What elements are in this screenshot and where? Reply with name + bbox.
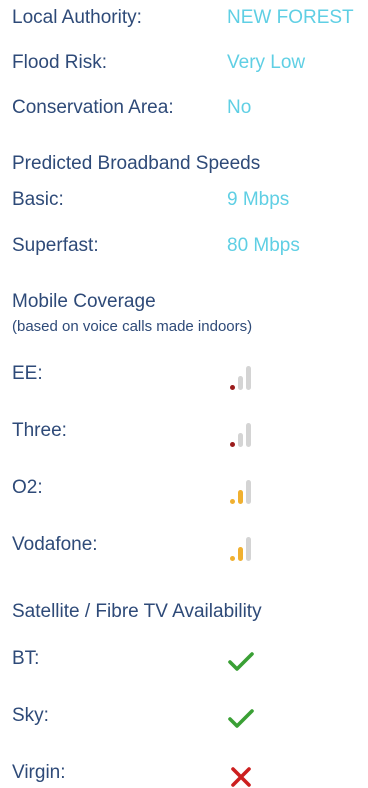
network-name-vodafone: Vodafone: — [12, 534, 98, 555]
signal-bar-2 — [238, 490, 243, 504]
checkmark-icon — [228, 652, 254, 671]
signal-bar-3 — [246, 423, 251, 447]
signal-strength-icon — [228, 535, 254, 561]
signal-bar-2 — [238, 547, 243, 561]
signal-bar-1 — [230, 442, 235, 447]
checkmark-icon — [228, 709, 254, 728]
mobile-coverage-subheading: (based on voice calls made indoors) — [12, 318, 253, 335]
conservation-area-value: No — [227, 97, 252, 118]
broadband-heading: Predicted Broadband Speeds — [12, 153, 261, 174]
tv-availability-heading: Satellite / Fibre TV Availability — [12, 601, 262, 622]
signal-bar-2 — [238, 376, 243, 390]
cross-icon — [231, 767, 251, 787]
local-authority-value: NEW FOREST — [227, 7, 354, 28]
conservation-area-label: Conservation Area: — [12, 97, 174, 118]
broadband-basic-label: Basic: — [12, 189, 64, 210]
signal-bar-3 — [246, 366, 251, 390]
signal-bar-3 — [246, 537, 251, 561]
tv-provider-bt: BT: — [12, 648, 40, 669]
signal-strength-icon — [228, 364, 254, 390]
signal-bar-1 — [230, 499, 235, 504]
signal-strength-icon — [228, 421, 254, 447]
flood-risk-value: Very Low — [227, 52, 306, 73]
network-name-o2: O2: — [12, 477, 43, 498]
local-authority-label: Local Authority: — [12, 7, 142, 28]
flood-risk-label: Flood Risk: — [12, 52, 108, 73]
signal-bar-1 — [230, 556, 235, 561]
signal-strength-icon — [228, 478, 254, 504]
broadband-superfast-value: 80 Mbps — [227, 235, 300, 256]
network-name-three: Three: — [12, 420, 67, 441]
signal-bar-1 — [230, 385, 235, 390]
signal-bar-3 — [246, 480, 251, 504]
tv-provider-virgin: Virgin: — [12, 762, 66, 783]
broadband-superfast-label: Superfast: — [12, 235, 99, 256]
mobile-coverage-heading: Mobile Coverage — [12, 291, 156, 312]
tv-provider-sky: Sky: — [12, 705, 49, 726]
network-name-ee: EE: — [12, 363, 43, 384]
broadband-basic-value: 9 Mbps — [227, 189, 290, 210]
signal-bar-2 — [238, 433, 243, 447]
